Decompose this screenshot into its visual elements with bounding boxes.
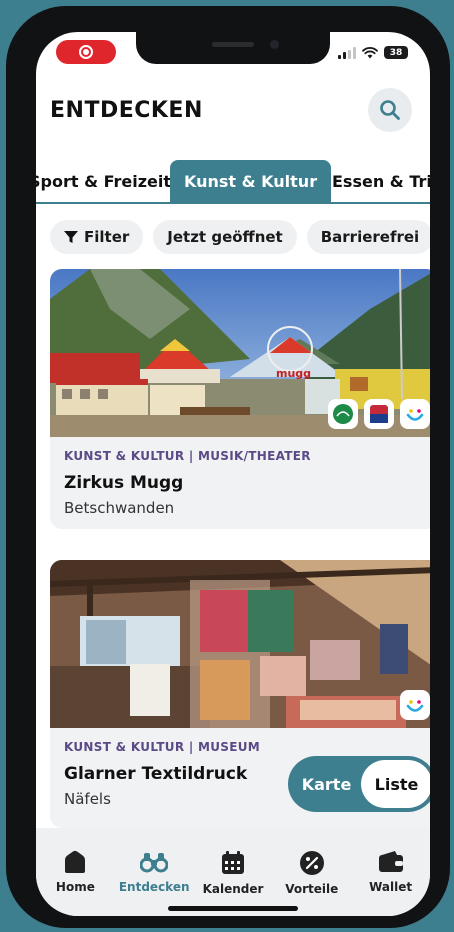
home-icon — [65, 850, 86, 873]
card-info: KUNST & KULTUR | MUSIK/THEATER Zirkus Mu… — [50, 437, 430, 529]
page-title: ENTDECKEN — [50, 98, 203, 123]
battery-level: 38 — [389, 47, 403, 58]
certification-badges — [400, 690, 430, 720]
percent-icon — [299, 851, 324, 875]
regional-label-icon — [364, 399, 394, 429]
wifi-icon — [362, 46, 378, 58]
tab-kunst-kultur[interactable]: Kunst & Kultur — [170, 160, 332, 202]
search-button[interactable] — [368, 88, 412, 132]
card-title: Zirkus Mugg — [64, 473, 184, 493]
card-category: KUNST & KULTUR | MUSEUM — [64, 740, 261, 754]
search-icon — [380, 100, 400, 120]
listing-card[interactable]: mugg KUNST & KULTUR | MUSIK/THEATER Zirk… — [50, 269, 430, 529]
nav-label-kalender: Kalender — [202, 882, 264, 896]
filter-chips: Filter Jetzt geöffnet Barrierefrei — [50, 220, 430, 254]
card-category: KUNST & KULTUR | MUSIK/THEATER — [64, 449, 311, 463]
nav-label-home: Home — [55, 880, 95, 894]
map-view-button[interactable]: Karte — [292, 760, 361, 808]
circus-sign-text: mugg — [276, 367, 311, 380]
front-camera — [270, 40, 279, 49]
family-smiley-icon — [400, 399, 430, 429]
signal-icon — [338, 46, 356, 59]
nav-item-wallet[interactable]: Wallet — [356, 850, 426, 916]
screen-recording-indicator[interactable] — [56, 40, 116, 64]
filter-chip-open-now[interactable]: Jetzt geöffnet — [153, 220, 297, 254]
bottom-navigation: Home Entdecken Kalender Vorteile Wallet — [36, 828, 430, 916]
museum-photo — [50, 560, 430, 728]
nav-label-vorteile: Vorteile — [285, 882, 339, 896]
phone-frame: 38 ENTDECKEN Sport & Freizeit Kunst & Ku… — [6, 6, 450, 928]
nav-item-home[interactable]: Home — [40, 850, 110, 916]
record-icon — [79, 45, 93, 59]
speaker — [212, 42, 254, 47]
circus-photo: mugg — [50, 269, 430, 437]
family-smiley-icon — [400, 690, 430, 720]
battery-icon: 38 — [384, 46, 408, 59]
tab-essen-trinken[interactable]: Essen & Trinken — [332, 160, 430, 202]
funnel-icon — [64, 231, 78, 243]
notch — [136, 32, 330, 64]
filter-chip-accessible[interactable]: Barrierefrei — [306, 220, 430, 254]
binoculars-icon — [140, 853, 169, 873]
wallet-icon — [378, 851, 403, 872]
card-location: Betschwanden — [64, 499, 175, 517]
nav-label-wallet: Wallet — [369, 880, 413, 894]
green-label-icon — [328, 399, 358, 429]
list-view-button[interactable]: Liste — [361, 760, 430, 808]
certification-badges — [328, 399, 430, 429]
filter-button[interactable]: Filter — [50, 220, 144, 254]
app-screen: 38 ENTDECKEN Sport & Freizeit Kunst & Ku… — [36, 32, 430, 916]
category-tabs: Sport & Freizeit Kunst & Kultur Essen & … — [36, 160, 430, 204]
filter-label: Filter — [84, 228, 130, 246]
home-indicator[interactable] — [168, 906, 298, 911]
view-toggle: Karte Liste — [288, 756, 430, 812]
status-bar-right: 38 — [338, 46, 408, 59]
nav-label-entdecken: Entdecken — [118, 880, 190, 894]
tab-sport-freizeit[interactable]: Sport & Freizeit — [36, 160, 171, 202]
calendar-icon — [221, 851, 244, 874]
